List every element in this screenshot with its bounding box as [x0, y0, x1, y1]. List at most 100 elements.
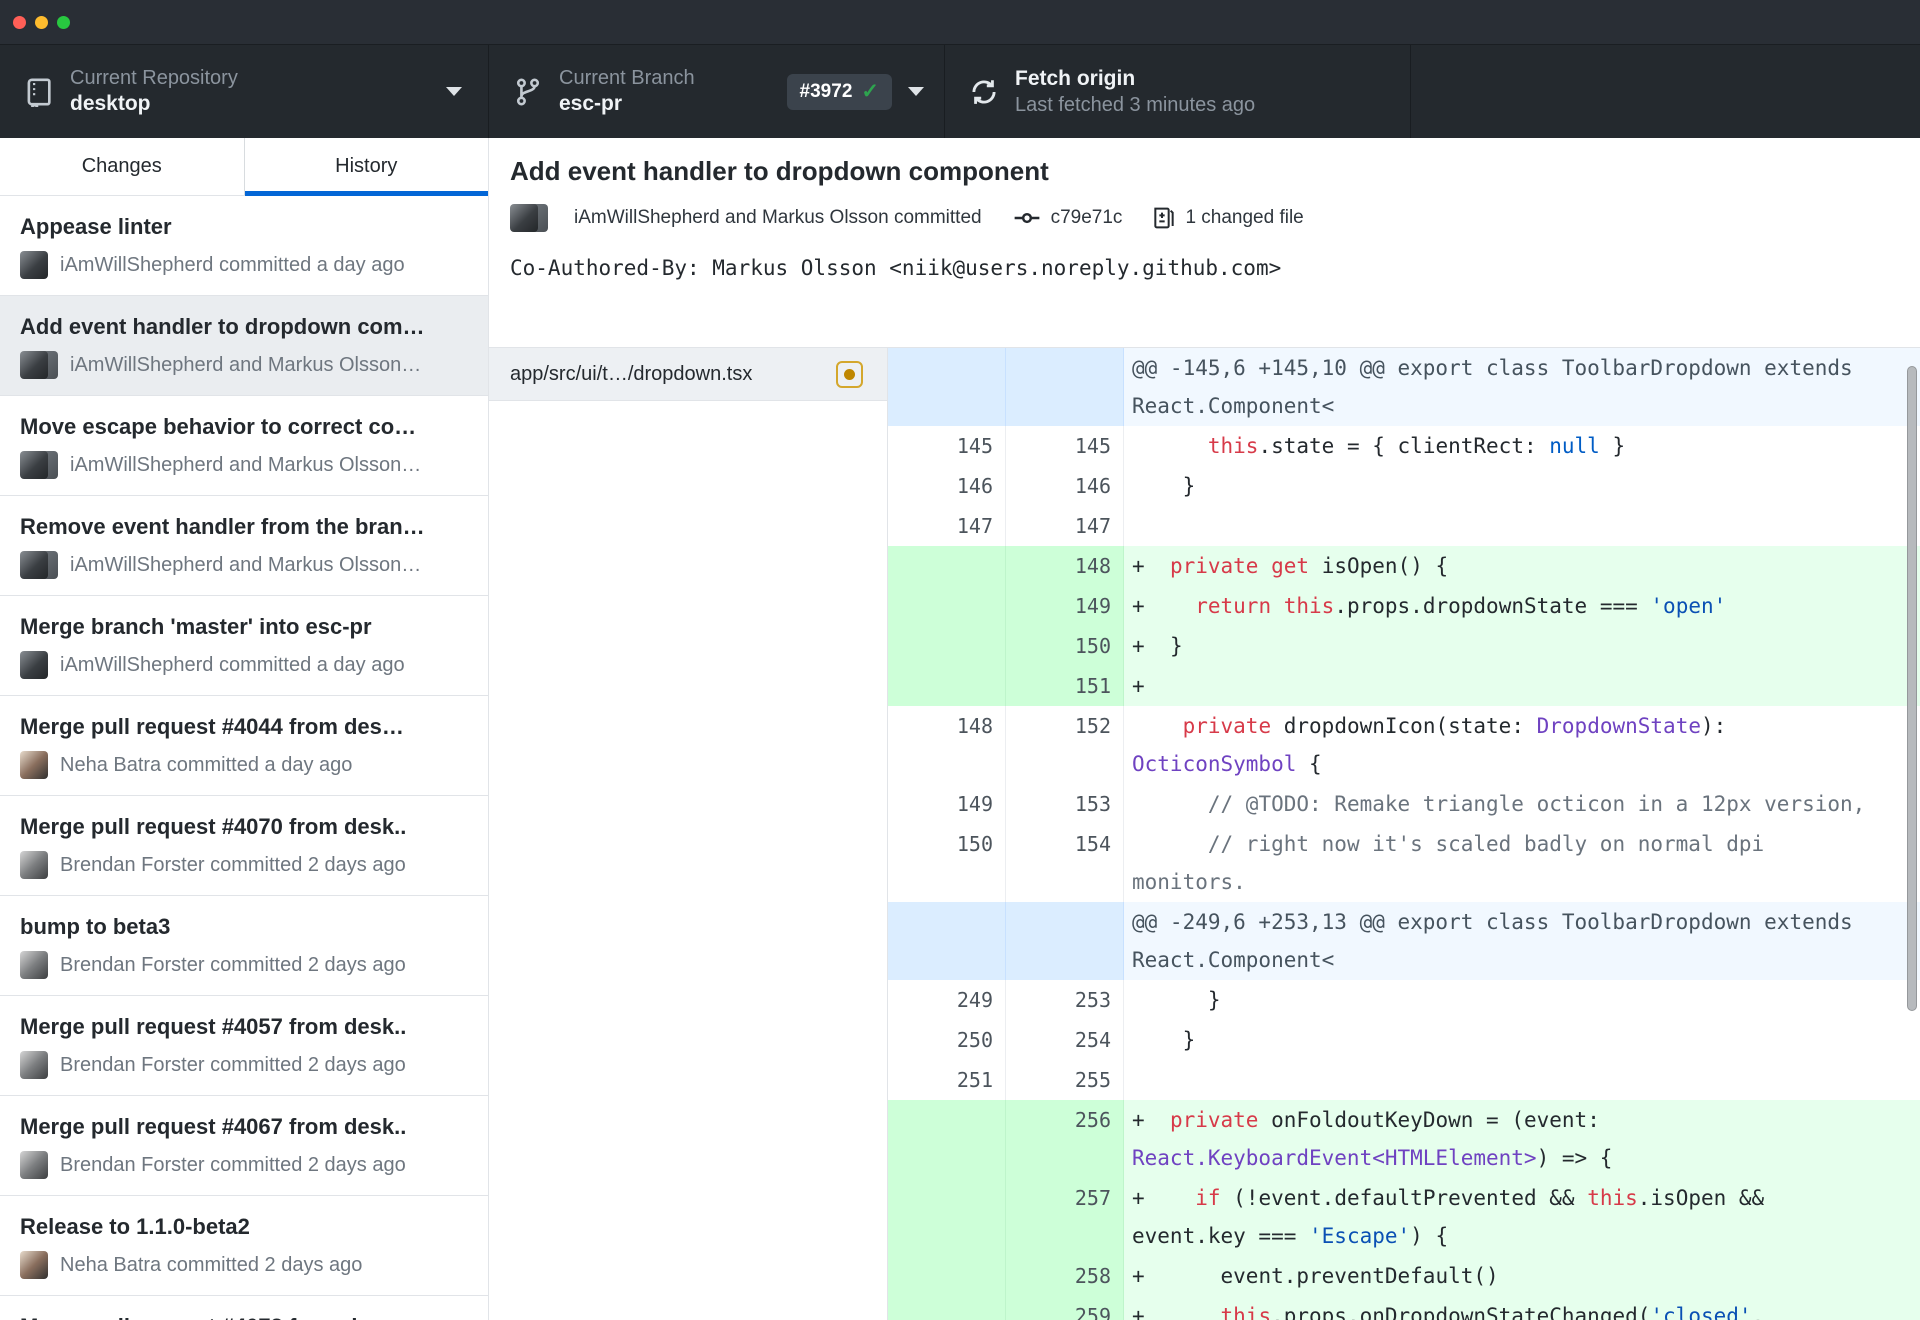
- diff-code-text: + private onFoldoutKeyDown = (event: Rea…: [1132, 1108, 1613, 1170]
- diff-new-line-number: [1006, 902, 1124, 980]
- commit-list-item[interactable]: Release to 1.1.0-beta2 Neha Batra committ…: [0, 1196, 488, 1296]
- diff-new-line-number: 154: [1006, 824, 1124, 902]
- diff-code: }: [1124, 466, 1920, 506]
- titlebar: [0, 0, 1920, 45]
- diff-row: 150 154 // right now it's scaled badly on…: [888, 824, 1920, 902]
- diff-old-line-number: 148: [888, 706, 1006, 784]
- modified-status-icon: [836, 360, 863, 388]
- diff-new-line-number: 254: [1006, 1020, 1124, 1060]
- commit-list-item[interactable]: Add event handler to dropdown com… iAmWil…: [0, 296, 488, 396]
- commit-item-title: Appease linter: [20, 214, 172, 239]
- avatar: [20, 1151, 48, 1179]
- diff-code: [1124, 506, 1920, 546]
- diff-old-line-number: 150: [888, 824, 1006, 902]
- commit-list-item[interactable]: bump to beta3 Brendan Forster committed 2…: [0, 896, 488, 996]
- toolbar: Current Repository desktop Current Branc…: [0, 45, 1920, 138]
- diff-code: // right now it's scaled badly on normal…: [1124, 824, 1920, 902]
- diff-row: 257 + if (!event.defaultPrevented && this…: [888, 1178, 1920, 1256]
- diff-row: 258 + event.preventDefault(): [888, 1256, 1920, 1296]
- diff-old-line-number: [888, 1296, 1006, 1320]
- commit-list-item[interactable]: Appease linter iAmWillShepherd committed …: [0, 196, 488, 296]
- commit-sha: c79e71c: [1050, 207, 1123, 228]
- avatar: [20, 751, 48, 779]
- diff-row: 145 145 this.state = { clientRect: null }: [888, 426, 1920, 466]
- scrollbar-thumb[interactable]: [1907, 366, 1917, 1011]
- commit-list-item[interactable]: Merge branch 'master' into esc-pr iAmWill…: [0, 596, 488, 696]
- diff-code: // @TODO: Remake triangle octicon in a 1…: [1124, 784, 1920, 824]
- commit-item-byline: Brendan Forster committed 2 days ago: [20, 951, 468, 979]
- diff-new-line-number: 153: [1006, 784, 1124, 824]
- commit-item-title: Merge branch 'master' into esc-pr: [20, 614, 372, 639]
- commit-item-byline: iAmWillShepherd committed a day ago: [20, 651, 468, 679]
- diff-code: + private get isOpen() {: [1124, 546, 1920, 586]
- zoom-button[interactable]: [57, 15, 70, 29]
- diff-code-text: + this.props.onDropdownStateChanged('clo…: [1132, 1304, 1777, 1320]
- diff-row: 250 254 }: [888, 1020, 1920, 1060]
- commit-item-title: bump to beta3: [20, 914, 171, 939]
- main-panel: Add event handler to dropdown component …: [489, 138, 1920, 1320]
- commit-item-byline: Brendan Forster committed 2 days ago: [20, 1051, 468, 1079]
- commit-item-byline-text: iAmWillShepherd and Markus Olsson…: [70, 453, 422, 476]
- commit-item-byline-text: Brendan Forster committed 2 days ago: [60, 853, 406, 876]
- commit-description: Co-Authored-By: Markus Olsson <niik@user…: [510, 256, 1282, 280]
- diff-code-text: this.state = { clientRect: null }: [1207, 434, 1626, 458]
- repository-dropdown-button[interactable]: Current Repository desktop: [0, 45, 489, 138]
- branch-dropdown-button[interactable]: Current Branch esc-pr #3972 ✓: [489, 45, 945, 138]
- diff-old-line-number: [888, 666, 1006, 706]
- commit-item-byline-text: Brendan Forster committed 2 days ago: [60, 953, 406, 976]
- commit-list-item[interactable]: Merge pull request #4070 from desk.. Bren…: [0, 796, 488, 896]
- fetch-subtitle: Last fetched 3 minutes ago: [1015, 94, 1256, 116]
- diff-old-line-number: [888, 1100, 1006, 1178]
- commit-list-item[interactable]: Merge pull request #4073 from d…: [0, 1296, 488, 1320]
- fetch-origin-button[interactable]: Fetch origin Last fetched 3 minutes ago: [945, 45, 1411, 138]
- commit-list-item[interactable]: Merge pull request #4067 from desk.. Bren…: [0, 1096, 488, 1196]
- avatar: [20, 1051, 48, 1079]
- diff-old-line-number: [888, 348, 1006, 426]
- commit-title: Add event handler to dropdown component: [510, 156, 1049, 186]
- commit-list-item[interactable]: Move escape behavior to correct co… iAmWi…: [0, 396, 488, 496]
- diff-new-line-number: 259: [1006, 1296, 1124, 1320]
- commit-item-title: Add event handler to dropdown com…: [20, 314, 425, 339]
- diff-code: + event.preventDefault(): [1124, 1256, 1920, 1296]
- commit-list-item[interactable]: Merge pull request #4044 from des… Neha B…: [0, 696, 488, 796]
- commit-list-item[interactable]: Remove event handler from the bran… iAmWi…: [0, 496, 488, 596]
- diff-code: this.state = { clientRect: null }: [1124, 426, 1920, 466]
- commit-item-title: Merge pull request #4070 from desk..: [20, 814, 407, 839]
- pr-status-badge: #3972 ✓: [786, 73, 892, 110]
- file-list: app/src/ui/t…/dropdown.tsx: [489, 348, 888, 1320]
- diff-new-line-number: 257: [1006, 1178, 1124, 1256]
- diff-code-text: +: [1132, 674, 1145, 698]
- diff-row: 147 147: [888, 506, 1920, 546]
- diff-code-text: + event.preventDefault(): [1132, 1264, 1499, 1288]
- commit-item-title: Merge pull request #4044 from des…: [20, 714, 404, 739]
- commit-item-byline: Neha Batra committed 2 days ago: [20, 1251, 468, 1279]
- diff-old-line-number: [888, 1178, 1006, 1256]
- avatar: [20, 451, 58, 479]
- tab-changes[interactable]: Changes: [0, 138, 244, 195]
- diff-code-text: // right now it's scaled badly on normal…: [1132, 832, 1777, 894]
- diff-new-line-number: 151: [1006, 666, 1124, 706]
- minimize-button[interactable]: [35, 15, 48, 29]
- sidebar: Changes History Appease linter iAmWillShe…: [0, 138, 489, 1320]
- diff-new-line-number: 152: [1006, 706, 1124, 784]
- diff-new-line-number: 145: [1006, 426, 1124, 466]
- commit-authors: iAmWillShepherd and Markus Olsson commit…: [574, 207, 982, 228]
- commit-list-item[interactable]: Merge pull request #4057 from desk.. Bren…: [0, 996, 488, 1096]
- diff-code: + this.props.onDropdownStateChanged('clo…: [1124, 1296, 1920, 1320]
- close-button[interactable]: [13, 15, 26, 29]
- avatar: [20, 551, 58, 579]
- diff-file-icon: [1154, 207, 1175, 229]
- tab-history[interactable]: History: [243, 138, 489, 196]
- app-window: Current Repository desktop Current Branc…: [0, 0, 1920, 1320]
- diff-code: +: [1124, 666, 1920, 706]
- commit-list: Appease linter iAmWillShepherd committed …: [0, 196, 488, 1320]
- diff-new-line-number: 148: [1006, 546, 1124, 586]
- file-list-item[interactable]: app/src/ui/t…/dropdown.tsx: [489, 348, 887, 401]
- commit-item-title: Merge pull request #4067 from desk..: [20, 1114, 407, 1139]
- git-commit-icon: [1014, 212, 1039, 224]
- diff-code: }: [1124, 980, 1920, 1020]
- branch-name: esc-pr: [559, 92, 623, 115]
- avatar: [20, 351, 58, 379]
- diff-row: 251 255: [888, 1060, 1920, 1100]
- changed-files-group: 1 changed file: [1152, 206, 1304, 230]
